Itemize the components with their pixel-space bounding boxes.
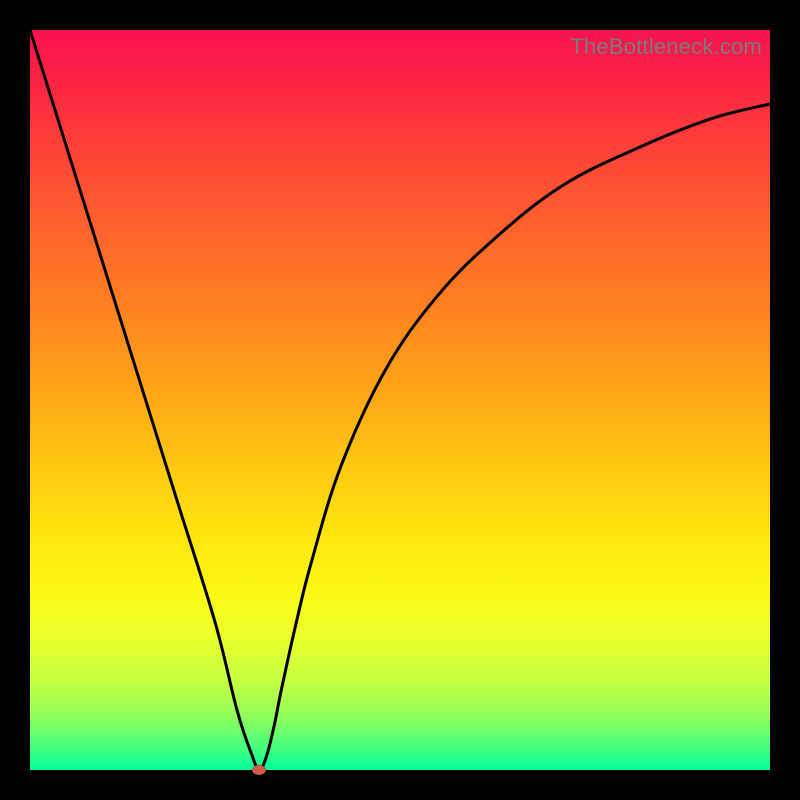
chart-frame: TheBottleneck.com (0, 0, 800, 800)
optimum-marker (252, 765, 266, 775)
curve-path (30, 30, 770, 770)
bottleneck-curve (30, 30, 770, 770)
plot-area: TheBottleneck.com (30, 30, 770, 770)
